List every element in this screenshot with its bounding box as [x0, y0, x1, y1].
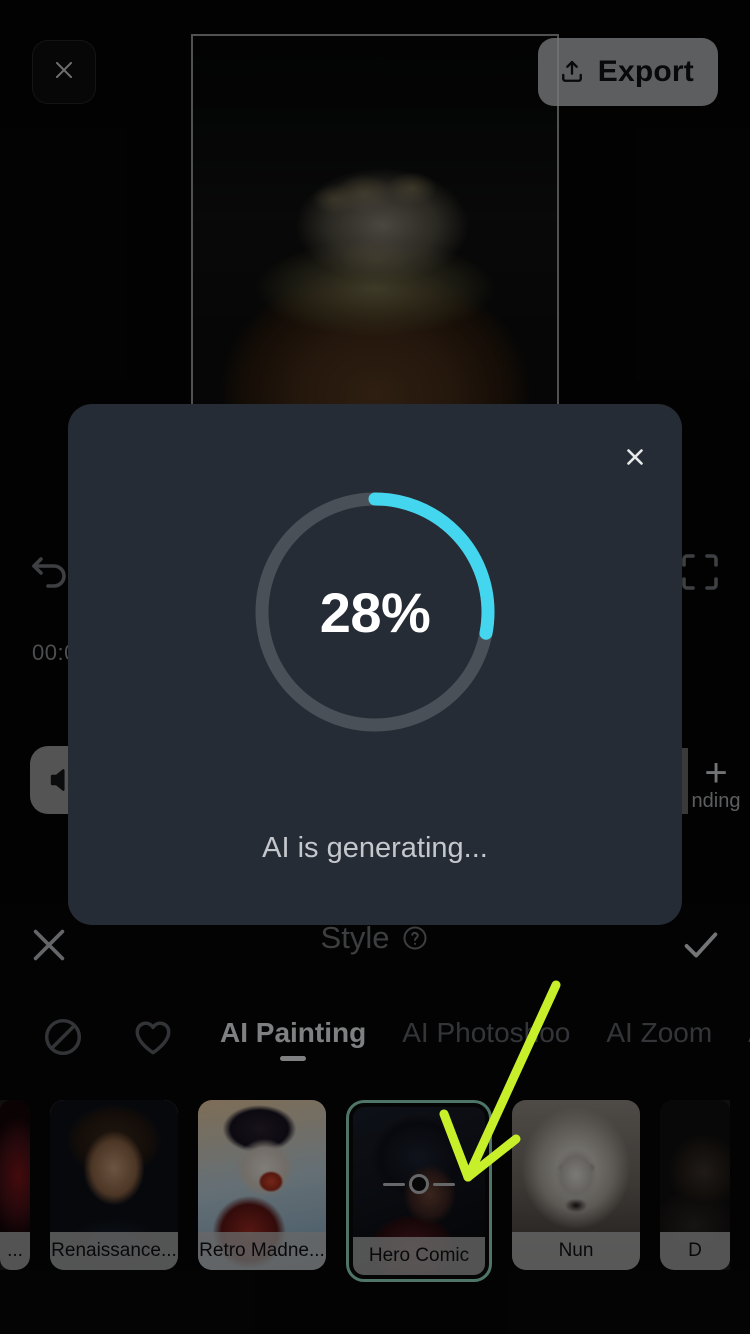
modal-close-button[interactable]	[610, 434, 660, 484]
app-root: 00:0 + nding Export Style AI Painting AI…	[0, 0, 750, 1334]
progress-percent-label: 28%	[319, 580, 431, 644]
circular-progress: 28%	[241, 478, 509, 746]
ai-generating-dialog: 28% AI is generating...	[68, 404, 682, 925]
close-icon	[622, 444, 648, 475]
status-text: AI is generating...	[262, 832, 488, 864]
